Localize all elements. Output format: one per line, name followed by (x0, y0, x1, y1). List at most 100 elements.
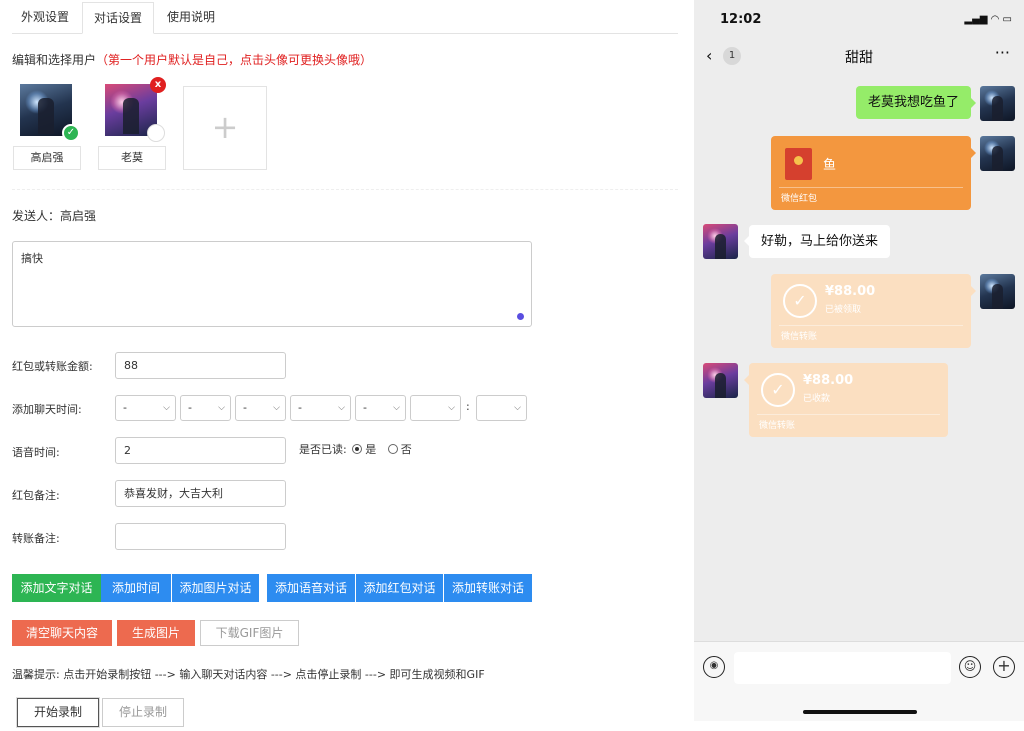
redpacket-footer: 微信红包 (781, 194, 818, 204)
redpacket-message: 鱼 微信红包 (771, 136, 971, 210)
transfer-check-icon: ✓ (783, 284, 817, 318)
add-user-button[interactable]: + (183, 86, 267, 170)
amount-input[interactable]: 88 (115, 352, 286, 379)
editor-panel: 外观设置 对话设置 使用说明 编辑和选择用户（第一个用户默认是自己，点击头像可更… (0, 0, 690, 731)
status-time: 12:02 (720, 12, 762, 27)
chevron-down-icon: ⌵ (448, 403, 455, 413)
chevron-down-icon: ⌵ (393, 403, 400, 413)
read-status-label: 是否已读: (299, 443, 347, 456)
add-redpacket-dialog-button[interactable]: 添加红包对话 (356, 574, 443, 602)
contact-avatar (703, 363, 738, 398)
app-root: 外观设置 对话设置 使用说明 编辑和选择用户（第一个用户默认是自己，点击头像可更… (0, 0, 1024, 731)
unselected-radio-icon[interactable] (147, 124, 165, 142)
weekday-select[interactable]: - ⌵ (290, 395, 351, 421)
voice-icon[interactable]: ◉ (703, 656, 725, 678)
minute-select[interactable]: ⌵ (476, 395, 527, 421)
emoji-icon[interactable]: ☺ (959, 656, 981, 678)
bubble-tail (971, 286, 976, 296)
users-section-label: 编辑和选择用户（第一个用户默认是自己，点击头像可更换头像哦） (12, 51, 372, 68)
read-yes-label: 是 (365, 443, 377, 456)
user-name[interactable]: 老莫 (98, 146, 166, 170)
transfer-note-label: 转账备注: (12, 532, 60, 545)
tab-instructions[interactable]: 使用说明 (158, 2, 224, 34)
voice-time-label: 语音时间: (12, 446, 60, 459)
selected-check-icon: ✓ (62, 124, 80, 142)
select-value: - (123, 401, 127, 414)
select-value: - (188, 401, 192, 414)
contact-avatar (703, 224, 738, 259)
chevron-down-icon: ⌵ (514, 403, 521, 413)
remove-user-icon[interactable]: x (150, 77, 166, 93)
read-no-label: 否 (400, 443, 412, 456)
user-name[interactable]: 高启强 (13, 146, 81, 170)
my-avatar (980, 136, 1015, 171)
message-textarea[interactable]: 搞快 (12, 241, 532, 327)
sender-label: 发送人： (12, 209, 61, 223)
chat-message-input[interactable] (734, 652, 951, 684)
chevron-down-icon: ⌵ (338, 403, 345, 413)
recording-tip: 温馨提示: 点击开始录制按钮 ---> 输入聊天对话内容 ---> 点击停止录制… (12, 668, 485, 681)
home-indicator (803, 710, 917, 714)
redpacket-icon (785, 148, 812, 180)
my-avatar (980, 86, 1015, 121)
chat-input-bar: ◉ ☺ + (694, 641, 1024, 721)
clear-chat-button[interactable]: 清空聊天内容 (12, 620, 112, 646)
download-gif-button[interactable]: 下载GIF图片 (200, 620, 299, 646)
read-no-radio[interactable] (387, 444, 398, 454)
plus-icon[interactable]: + (993, 656, 1015, 678)
sender-line: 发送人：高启强 (12, 207, 96, 224)
transfer-message: ✓ ¥88.00 已被领取 微信转账 (771, 274, 971, 348)
redpacket-note-label: 红包备注: (12, 489, 60, 502)
sender-name: 高启强 (60, 209, 97, 223)
users-hint: （第一个用户默认是自己，点击头像可更换头像哦） (96, 53, 373, 67)
day-select[interactable]: - ⌵ (235, 395, 286, 421)
chat-header: ‹ 1 甜甜 ··· (694, 38, 1024, 76)
bubble-tail (971, 98, 976, 108)
message-text: 搞快 (21, 252, 43, 265)
chat-title: 甜甜 (845, 50, 873, 66)
phone-preview: 12:02 ▂▄▆ ◠ ▭ ‹ 1 甜甜 ··· 老莫我想吃鱼了 鱼 微信红包 … (694, 0, 1024, 721)
read-yes-radio[interactable] (352, 444, 363, 454)
generate-image-button[interactable]: 生成图片 (117, 620, 195, 646)
text-message-bubble: 好勒，马上给你送来 (749, 225, 891, 258)
select-value: - (243, 401, 247, 414)
redpacket-title: 鱼 (823, 158, 837, 173)
transfer-amount: ¥88.00 (803, 373, 854, 388)
amount-label: 红包或转账金额: (12, 360, 93, 373)
transfer-footer: 微信转账 (781, 332, 818, 342)
start-recording-button[interactable]: 开始录制 (17, 698, 99, 727)
transfer-message: ✓ ¥88.00 已收款 微信转账 (749, 363, 948, 437)
divider (12, 189, 678, 190)
chevron-down-icon: ⌵ (273, 403, 280, 413)
stop-recording-button[interactable]: 停止录制 (102, 698, 184, 727)
status-bar: 12:02 ▂▄▆ ◠ ▭ (694, 0, 1024, 38)
more-icon[interactable]: ··· (995, 43, 1010, 62)
transfer-check-icon: ✓ (761, 373, 795, 407)
month-select[interactable]: - ⌵ (180, 395, 231, 421)
time-label: 添加聊天时间: (12, 403, 82, 416)
redpacket-note-input[interactable]: 恭喜发财，大吉大利 (115, 480, 286, 507)
settings-tabs: 外观设置 对话设置 使用说明 (12, 0, 678, 34)
user-card[interactable]: ✓ 高启强 (13, 84, 81, 170)
hour-select[interactable]: ⌵ (410, 395, 461, 421)
my-avatar (980, 274, 1015, 309)
text-message-bubble: 老莫我想吃鱼了 (855, 86, 971, 119)
transfer-note-input[interactable] (115, 523, 286, 550)
signal-wifi-battery-icon: ▂▄▆ ◠ ▭ (964, 14, 1012, 25)
bubble-tail (971, 148, 976, 158)
tab-dialog-settings[interactable]: 对话设置 (82, 2, 154, 34)
time-colon: : (466, 400, 470, 413)
tab-appearance[interactable]: 外观设置 (12, 2, 78, 34)
add-image-dialog-button[interactable]: 添加图片对话 (172, 574, 259, 602)
transfer-amount: ¥88.00 (825, 284, 876, 299)
voice-time-input[interactable]: 2 (115, 437, 286, 464)
chevron-down-icon: ⌵ (163, 403, 170, 413)
add-voice-dialog-button[interactable]: 添加语音对话 (267, 574, 355, 602)
add-time-button[interactable]: 添加时间 (101, 574, 171, 602)
chevron-down-icon: ⌵ (218, 403, 225, 413)
add-text-dialog-button[interactable]: 添加文字对话 (12, 574, 101, 602)
user-card[interactable]: x 老莫 (98, 77, 166, 170)
year-select[interactable]: - ⌵ (115, 395, 176, 421)
period-select[interactable]: - ⌵ (355, 395, 406, 421)
add-transfer-dialog-button[interactable]: 添加转账对话 (444, 574, 532, 602)
